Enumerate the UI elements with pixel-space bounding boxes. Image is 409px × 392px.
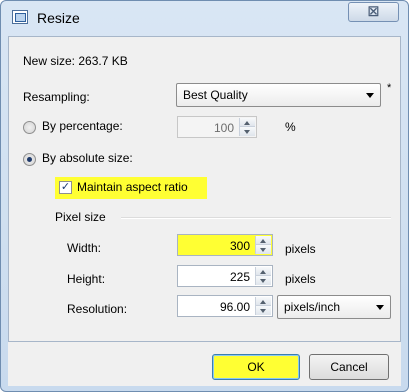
close-button[interactable]: ☒ xyxy=(348,2,399,22)
by-percentage-label[interactable]: By percentage: xyxy=(42,119,123,133)
resolution-unit-select[interactable]: pixels/inch xyxy=(277,295,391,319)
height-spin-buttons xyxy=(255,267,271,285)
width-value: 300 xyxy=(229,239,250,253)
height-unit: pixels xyxy=(285,272,316,286)
title-bar[interactable]: Resize ☒ xyxy=(1,1,408,37)
maintain-aspect-label[interactable]: Maintain aspect ratio xyxy=(77,180,188,194)
chevron-down-icon xyxy=(376,305,384,310)
by-percentage-radio[interactable] xyxy=(23,121,36,134)
spin-down-icon xyxy=(260,309,266,313)
pixel-size-heading: Pixel size xyxy=(55,210,106,224)
spin-up-icon xyxy=(260,270,266,274)
new-size-text: New size: 263.7 KB xyxy=(23,54,128,68)
resize-app-icon xyxy=(12,10,28,24)
height-spinner[interactable]: 225 xyxy=(177,265,273,287)
width-down-button[interactable] xyxy=(256,245,271,254)
percentage-spinner[interactable]: 100 xyxy=(177,116,257,138)
spin-down-icon xyxy=(260,248,266,252)
height-value: 225 xyxy=(229,270,250,284)
resize-dialog: Resize ☒ New size: 263.7 KB Resampling: … xyxy=(0,0,409,392)
dialog-title: Resize xyxy=(37,10,80,26)
spin-up-icon xyxy=(260,300,266,304)
resolution-down-button[interactable] xyxy=(256,306,271,315)
height-down-button[interactable] xyxy=(256,276,271,285)
percentage-down-button[interactable] xyxy=(240,127,255,136)
width-unit: pixels xyxy=(285,242,316,256)
resolution-spinner[interactable]: 96.00 xyxy=(177,295,273,317)
percentage-value: 100 xyxy=(213,121,234,135)
by-absolute-size-label[interactable]: By absolute size: xyxy=(42,151,133,165)
resampling-select[interactable]: Best Quality xyxy=(176,83,381,107)
resolution-up-button[interactable] xyxy=(256,297,271,306)
check-icon: ✓ xyxy=(60,181,71,193)
chevron-down-icon xyxy=(366,93,374,98)
width-up-button[interactable] xyxy=(256,236,271,245)
spin-up-icon xyxy=(260,239,266,243)
close-icon: ☒ xyxy=(367,4,380,19)
height-label: Height: xyxy=(67,272,106,286)
cancel-button[interactable]: Cancel xyxy=(309,354,389,380)
resolution-unit-value: pixels/inch xyxy=(284,300,341,314)
pixel-size-divider xyxy=(121,217,391,219)
width-label: Width: xyxy=(67,241,102,255)
percentage-unit: % xyxy=(285,120,296,134)
spin-down-icon xyxy=(244,130,250,134)
cancel-button-label: Cancel xyxy=(330,360,368,374)
resolution-value: 96.00 xyxy=(219,300,250,314)
dialog-body: New size: 263.7 KB Resampling: Best Qual… xyxy=(8,36,401,342)
percentage-spin-buttons xyxy=(239,118,255,136)
width-spinner[interactable]: 300 xyxy=(177,234,273,256)
resolution-spin-buttons xyxy=(255,297,271,315)
resampling-value: Best Quality xyxy=(183,88,248,102)
percentage-up-button[interactable] xyxy=(240,118,255,127)
width-spin-buttons xyxy=(255,236,271,254)
spin-down-icon xyxy=(260,279,266,283)
resampling-label: Resampling: xyxy=(23,90,90,104)
resampling-asterisk: * xyxy=(387,82,392,94)
by-absolute-size-radio[interactable] xyxy=(23,153,36,166)
dialog-footer: OK Cancel xyxy=(8,342,401,386)
ok-button[interactable]: OK xyxy=(212,354,300,380)
spin-up-icon xyxy=(244,121,250,125)
height-up-button[interactable] xyxy=(256,267,271,276)
maintain-aspect-checkbox[interactable]: ✓ xyxy=(59,181,72,194)
ok-button-label: OK xyxy=(247,360,265,374)
resolution-label: Resolution: xyxy=(67,302,128,316)
